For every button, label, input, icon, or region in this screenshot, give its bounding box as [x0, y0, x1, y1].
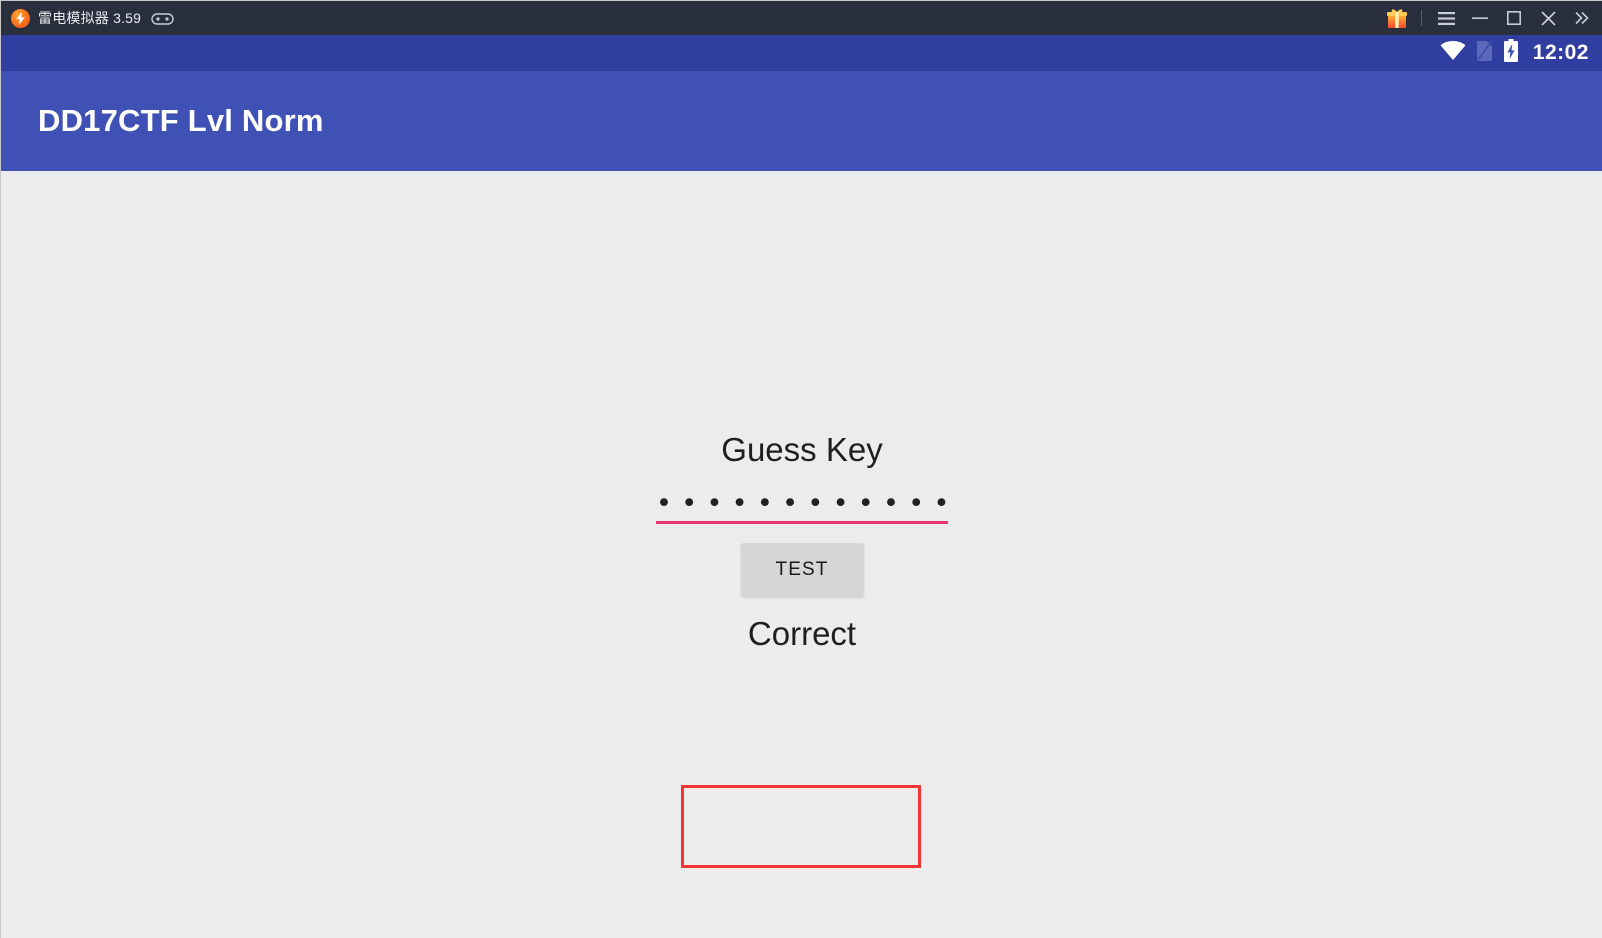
- window-title-text: 雷电模拟器 3.59: [38, 10, 142, 26]
- guess-key-form: Guess Key •••••••••••••••••••• TEST Corr…: [1, 433, 1602, 650]
- app-bar: DD17CTF Lvl Norm: [1, 71, 1602, 171]
- window-controls-group: [1380, 1, 1602, 35]
- gamepad-icon[interactable]: [151, 11, 174, 26]
- double-chevron-right-icon[interactable]: [1565, 1, 1599, 35]
- window-title-bar: 雷电模拟器 3.59: [1, 1, 1602, 35]
- hamburger-menu-icon[interactable]: [1429, 1, 1463, 35]
- title-bar-left-group: 雷电模拟器 3.59: [1, 8, 174, 28]
- key-input-field[interactable]: ••••••••••••••••••••: [656, 495, 948, 524]
- minimize-icon[interactable]: [1463, 1, 1497, 35]
- maximize-icon[interactable]: [1497, 1, 1531, 35]
- battery-charging-icon: [1503, 38, 1519, 68]
- app-content: Guess Key •••••••••••••••••••• TEST Corr…: [1, 171, 1602, 938]
- test-button[interactable]: TEST: [740, 543, 864, 597]
- lightning-logo-icon: [11, 8, 30, 28]
- annotation-highlight-box: [681, 785, 921, 868]
- gift-icon[interactable]: [1380, 1, 1414, 35]
- key-input-value[interactable]: ••••••••••••••••••••: [656, 495, 948, 513]
- titlebar-divider: [1421, 10, 1422, 26]
- status-bar-clock: 12:02: [1532, 41, 1589, 64]
- guess-key-label: Guess Key: [721, 431, 883, 468]
- emulator-window: 雷电模拟器 3.59 12:02 DD17CTF Lvl Norm Guess …: [0, 0, 1602, 938]
- close-icon[interactable]: [1531, 1, 1565, 35]
- app-bar-title: DD17CTF Lvl Norm: [38, 103, 324, 138]
- wifi-icon: [1440, 40, 1466, 66]
- no-sim-icon: [1476, 40, 1493, 67]
- android-status-bar: 12:02: [1, 35, 1602, 71]
- result-status-text: Correct: [747, 615, 857, 652]
